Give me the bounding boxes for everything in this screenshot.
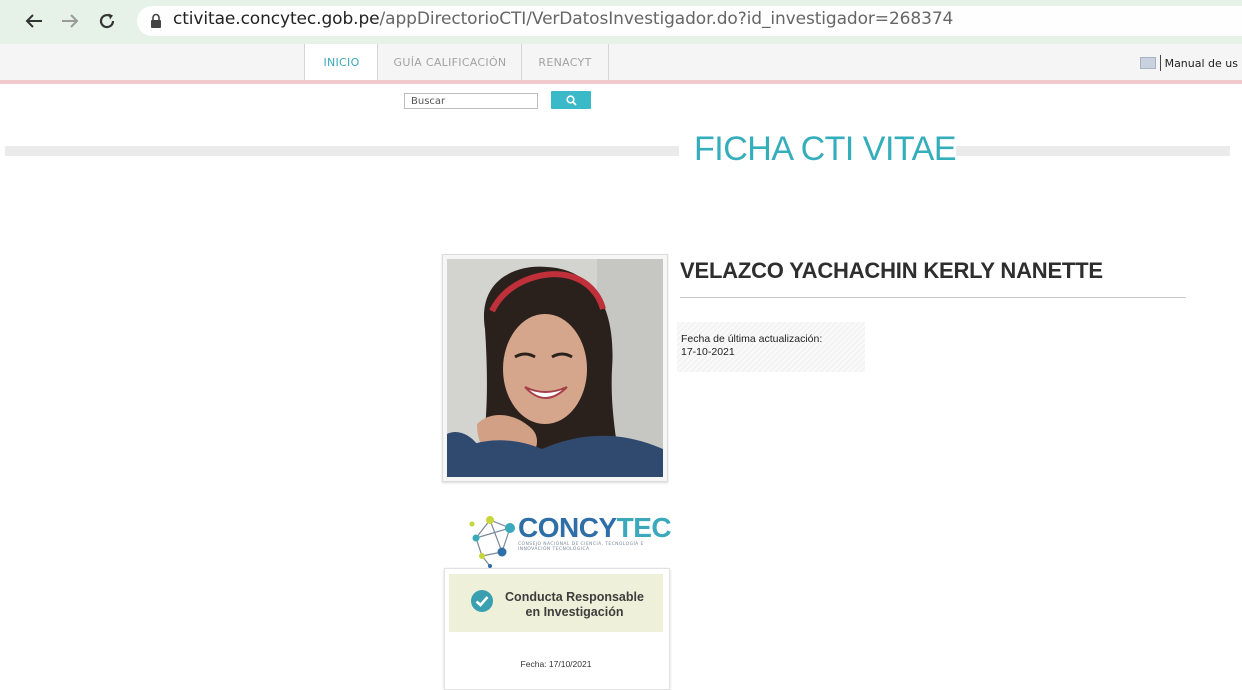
badge-title: Conducta Responsable en Investigación bbox=[497, 590, 652, 620]
badge-date: Fecha: 17/10/2021 bbox=[520, 659, 592, 669]
divider bbox=[680, 297, 1186, 298]
logo-wordmark: CONCYTEC bbox=[518, 512, 672, 544]
manual-label: Manual de us bbox=[1164, 56, 1238, 70]
forward-arrow-icon bbox=[62, 14, 79, 28]
forward-button[interactable] bbox=[56, 7, 84, 35]
url-host: ctivitae.concytec.gob.pe bbox=[173, 9, 380, 29]
site-navigation: INICIO GUÍA CALIFICACIÓN RENACYT bbox=[0, 44, 1242, 84]
url-path: /appDirectorioCTI/VerDatosInvestigador.d… bbox=[379, 9, 954, 29]
badge-line2: en Investigación bbox=[525, 605, 624, 619]
nav-item-renacyt[interactable]: RENACYT bbox=[521, 44, 609, 80]
reload-button[interactable] bbox=[93, 7, 121, 35]
profile-photo bbox=[447, 259, 663, 477]
back-arrow-icon bbox=[25, 14, 42, 28]
nav-item-guia-calificacion[interactable]: GUÍA CALIFICACIÓN bbox=[377, 44, 522, 80]
lock-icon bbox=[151, 13, 161, 28]
logo-word-part2: TEC bbox=[616, 512, 672, 543]
page-title: FICHA CTI VITAE bbox=[694, 130, 957, 168]
mail-icon bbox=[1139, 57, 1156, 69]
profile-photo-frame bbox=[442, 254, 668, 482]
divider bbox=[1159, 55, 1161, 71]
nav-item-inicio[interactable]: INICIO bbox=[304, 44, 378, 80]
check-circle-icon bbox=[471, 590, 493, 612]
url-text[interactable]: ctivitae.concytec.gob.pe/appDirectorioCT… bbox=[173, 9, 953, 29]
logo-subtitle: CONSEJO NACIONAL DE CIENCIA, TECNOLOGÍA … bbox=[518, 542, 644, 552]
update-label: Fecha de última actualización: bbox=[681, 333, 823, 345]
manual-link[interactable]: Manual de us bbox=[1139, 55, 1238, 71]
badge-line1: Conducta Responsable bbox=[505, 590, 644, 604]
update-date: 17-10-2021 bbox=[681, 346, 735, 358]
search-input[interactable]: Buscar bbox=[404, 93, 538, 109]
logo-word-part1: CONCY bbox=[518, 512, 617, 543]
researcher-name: VELAZCO YACHACHIN KERLY NANETTE bbox=[680, 258, 1103, 283]
back-button[interactable] bbox=[20, 7, 48, 35]
search-icon bbox=[565, 94, 577, 106]
reload-icon bbox=[99, 13, 115, 29]
title-band-right bbox=[956, 146, 1230, 156]
title-band-left bbox=[5, 146, 679, 156]
search-button[interactable] bbox=[551, 91, 591, 109]
